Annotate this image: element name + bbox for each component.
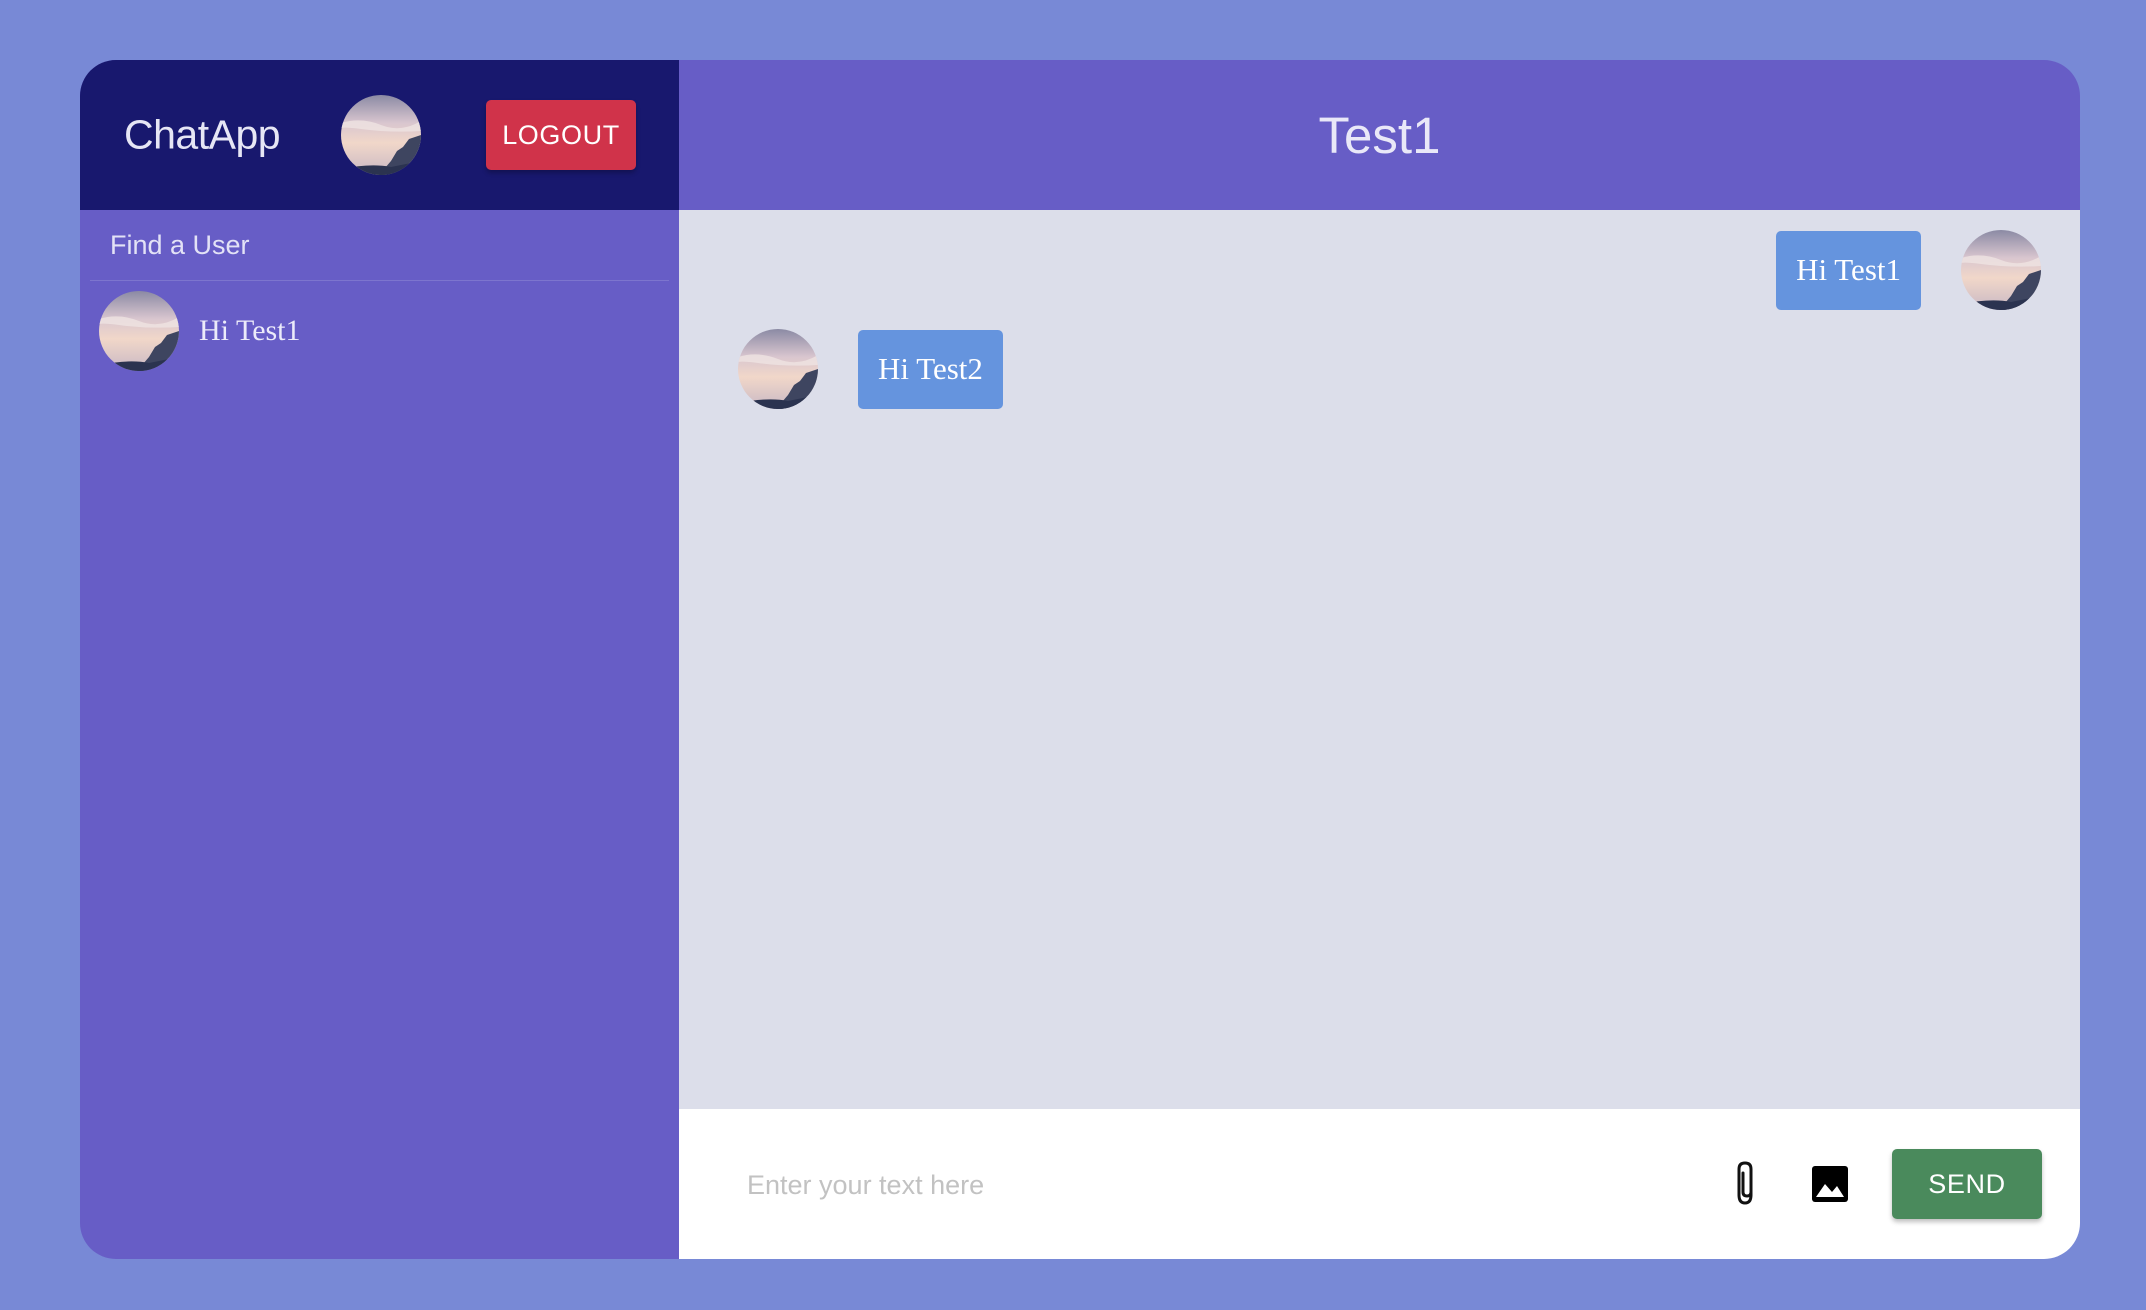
- user-avatar[interactable]: [341, 95, 421, 175]
- paperclip-icon[interactable]: [1729, 1159, 1765, 1209]
- image-icon[interactable]: [1810, 1164, 1850, 1204]
- send-button[interactable]: SEND: [1892, 1149, 2042, 1219]
- contact-last-message: Hi Test1: [199, 314, 301, 347]
- logout-button[interactable]: LOGOUT: [486, 100, 636, 170]
- contact-list-item[interactable]: Hi Test1: [80, 281, 679, 381]
- chat-app-window: ChatApp LOGOUT Find a User Hi Test1 Test…: [80, 60, 2080, 1259]
- find-user-search[interactable]: Find a User: [90, 210, 669, 281]
- sidebar: ChatApp LOGOUT Find a User Hi Test1: [80, 60, 679, 1259]
- message-composer: SEND: [679, 1109, 2080, 1259]
- chat-panel: Test1 Hi Test1 Hi Test2 Enter your text …: [679, 60, 2080, 1259]
- contact-avatar: [99, 291, 179, 371]
- app-name: ChatApp: [124, 111, 281, 158]
- message-input[interactable]: [745, 1154, 1649, 1216]
- message-bubble: Hi Test1: [1776, 230, 1921, 310]
- message-incoming: Hi Test2: [738, 329, 1003, 409]
- message-list[interactable]: Hi Test1 Hi Test2: [679, 210, 2080, 1109]
- sender-avatar: [1961, 230, 2041, 310]
- message-outgoing: Hi Test1: [1776, 230, 2041, 310]
- message-bubble: Hi Test2: [858, 329, 1003, 409]
- sender-avatar: [738, 329, 818, 409]
- chat-title: Test1: [1318, 106, 1441, 164]
- sidebar-header: ChatApp LOGOUT: [80, 60, 679, 210]
- chat-header: Test1: [679, 60, 2080, 210]
